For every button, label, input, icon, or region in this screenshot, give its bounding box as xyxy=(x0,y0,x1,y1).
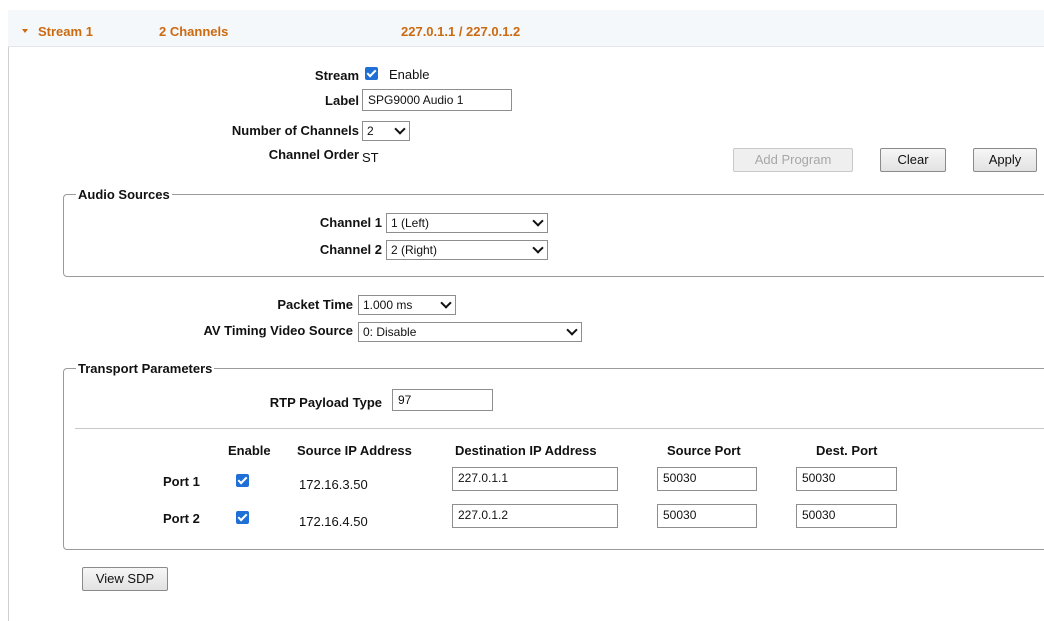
channel1-label: Channel 1 xyxy=(319,215,382,230)
channel2-value: 2 (Right) xyxy=(391,243,438,257)
chevron-down-icon xyxy=(394,123,406,135)
packet-time-value: 1.000 ms xyxy=(363,298,413,312)
label-label: Label xyxy=(325,93,359,108)
channel1-value: 1 (Left) xyxy=(391,216,430,230)
stream-title[interactable]: Stream 1 xyxy=(38,24,93,39)
port1-dest-ip-input[interactable]: 227.0.1.1 xyxy=(452,467,618,491)
port2-source-ip: 172.16.4.50 xyxy=(299,514,368,529)
col-dest-port: Dest. Port xyxy=(816,443,878,458)
label-input[interactable]: SPG9000 Audio 1 xyxy=(362,89,512,111)
apply-button[interactable]: Apply xyxy=(973,148,1037,172)
channel-order-value: ST xyxy=(362,150,379,165)
num-channels-value: 2 xyxy=(367,124,374,138)
port2-dest-port-input[interactable]: 50030 xyxy=(796,504,897,528)
channel2-label: Channel 2 xyxy=(319,242,382,257)
clear-button[interactable]: Clear xyxy=(880,148,946,172)
channel1-select[interactable]: 1 (Left) xyxy=(386,213,548,233)
col-source-ip: Source IP Address xyxy=(297,443,412,458)
port1-source-port-input[interactable]: 50030 xyxy=(657,467,757,491)
num-channels-label: Number of Channels xyxy=(231,123,359,138)
rtp-payload-label: RTP Payload Type xyxy=(269,395,382,410)
port2-source-port-input[interactable]: 50030 xyxy=(657,504,757,528)
audio-sources-legend: Audio Sources xyxy=(76,187,172,202)
chevron-down-icon xyxy=(532,242,544,254)
port2-enable-checkbox[interactable] xyxy=(236,511,249,524)
channel-count: 2 Channels xyxy=(159,24,229,39)
stream-enable-label: Enable xyxy=(389,67,430,82)
av-timing-label: AV Timing Video Source xyxy=(203,323,353,338)
port1-label: Port 1 xyxy=(163,474,200,489)
view-sdp-button[interactable]: View SDP xyxy=(82,567,168,591)
chevron-down-icon xyxy=(532,215,544,227)
av-timing-select[interactable]: 0: Disable xyxy=(358,322,582,342)
col-dest-ip: Destination IP Address xyxy=(455,443,597,458)
port1-enable-checkbox[interactable] xyxy=(236,474,249,487)
channel-order-label: Channel Order xyxy=(268,147,359,162)
chevron-down-icon xyxy=(440,297,452,309)
port2-label: Port 2 xyxy=(163,511,200,526)
port1-source-ip: 172.16.3.50 xyxy=(299,477,368,492)
stream-label: Stream xyxy=(314,68,359,83)
port1-dest-port-input[interactable]: 50030 xyxy=(796,467,897,491)
collapse-caret-icon[interactable] xyxy=(22,29,28,33)
add-program-button[interactable]: Add Program xyxy=(733,148,853,172)
col-source-port: Source Port xyxy=(667,443,741,458)
chevron-down-icon xyxy=(566,324,578,336)
port2-dest-ip-input[interactable]: 227.0.1.2 xyxy=(452,504,618,528)
stream-enable-checkbox[interactable] xyxy=(365,67,378,80)
transport-parameters-legend: Transport Parameters xyxy=(76,361,215,376)
channel2-select[interactable]: 2 (Right) xyxy=(386,240,548,260)
col-enable: Enable xyxy=(228,443,271,458)
av-timing-value: 0: Disable xyxy=(363,325,417,339)
stream-addresses: 227.0.1.1 / 227.0.1.2 xyxy=(401,24,521,39)
divider xyxy=(75,428,1044,429)
rtp-payload-input[interactable]: 97 xyxy=(392,389,493,411)
packet-time-select[interactable]: 1.000 ms xyxy=(358,295,456,315)
packet-time-label: Packet Time xyxy=(277,297,353,312)
num-channels-select[interactable]: 2 xyxy=(362,121,410,141)
audio-sources-group xyxy=(63,194,1044,277)
